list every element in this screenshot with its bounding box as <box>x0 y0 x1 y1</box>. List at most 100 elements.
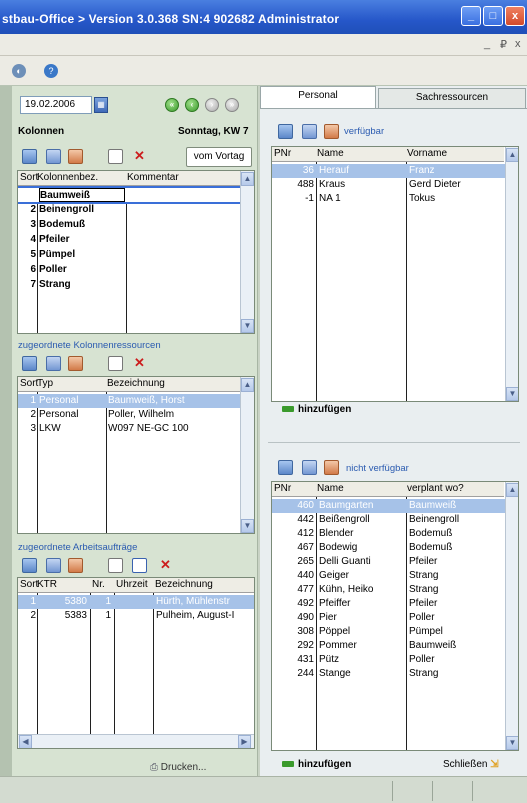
table-row[interactable]: 467 Bodewig Bodemuß <box>272 541 505 555</box>
table-row[interactable]: 440 Geiger Strang <box>272 569 505 583</box>
help-icon[interactable]: ? <box>44 64 58 78</box>
export-icon[interactable] <box>68 558 83 573</box>
scroll-right-icon[interactable]: ▶ <box>238 735 251 748</box>
drucken-button[interactable]: ⎙ Drucken... <box>150 762 206 773</box>
copy-icon[interactable] <box>302 460 317 475</box>
table-row[interactable]: 1 5380 1 Hürth, Mühlenstr <box>18 595 254 609</box>
col-name-header[interactable]: Name <box>315 147 344 162</box>
table-row[interactable]: Baumweiß <box>18 186 242 204</box>
table-row[interactable]: 4 Pfeiler <box>18 233 240 247</box>
save-icon[interactable] <box>278 124 293 139</box>
scroll-down-icon[interactable]: ▼ <box>506 387 518 401</box>
table-row[interactable]: 3 Bodemuß <box>18 218 240 232</box>
table-row[interactable]: 5 Pümpel <box>18 248 240 262</box>
splitter-handle[interactable] <box>0 86 12 776</box>
hinzufuegen-button-1[interactable]: hinzufügen <box>282 404 351 415</box>
save-icon[interactable] <box>278 460 293 475</box>
vom-vortag-button[interactable]: vom Vortag <box>186 147 252 167</box>
export-icon[interactable] <box>324 124 339 139</box>
delete-icon[interactable]: ✕ <box>132 149 147 164</box>
scroll-down-icon[interactable]: ▼ <box>241 319 254 333</box>
save-icon[interactable] <box>22 149 37 164</box>
table-row[interactable]: 292 Pommer Baumweiß <box>272 639 505 653</box>
table-row[interactable]: 2 Beinengroll <box>18 203 240 217</box>
table-row[interactable]: 7 Strang <box>18 278 240 292</box>
close-button[interactable]: x <box>505 6 525 26</box>
table-row[interactable]: 244 Stange Strang <box>272 667 505 681</box>
export-icon[interactable] <box>68 356 83 371</box>
new-icon[interactable] <box>108 558 123 573</box>
copy-icon[interactable] <box>46 356 61 371</box>
table-row[interactable]: 442 Beißengroll Beinengroll <box>272 513 505 527</box>
col-name-header[interactable]: Name <box>315 482 344 497</box>
copy-icon[interactable] <box>302 124 317 139</box>
horizontal-scrollbar[interactable]: ◀ ▶ <box>18 734 254 748</box>
table-row[interactable]: 431 Pütz Poller <box>272 653 505 667</box>
scroll-up-icon[interactable]: ▲ <box>506 148 518 162</box>
date-input[interactable]: 19.02.2006 <box>20 96 92 114</box>
table-row[interactable]: 460 Baumgarten Baumweiß <box>272 499 505 513</box>
table-row[interactable]: 412 Blender Bodemuß <box>272 527 505 541</box>
new-icon[interactable] <box>108 149 123 164</box>
table-row[interactable]: 1 Personal Baumweiß, Horst <box>18 394 240 408</box>
col-ktr-header[interactable]: KTR <box>35 578 57 593</box>
nav-prev-icon[interactable]: ‹ <box>185 98 199 112</box>
edit-icon[interactable] <box>132 558 147 573</box>
scroll-up-icon[interactable]: ▲ <box>241 378 254 392</box>
scroll-down-icon[interactable]: ▼ <box>241 519 254 533</box>
schliessen-button[interactable]: Schließen ⇲ <box>443 759 499 770</box>
save-icon[interactable] <box>22 356 37 371</box>
calendar-icon[interactable]: ▦ <box>94 97 108 113</box>
table-row[interactable]: 308 Pöppel Pümpel <box>272 625 505 639</box>
vertical-scrollbar[interactable]: ▲ ▼ <box>505 147 518 401</box>
table-row[interactable]: 490 Pier Poller <box>272 611 505 625</box>
new-icon[interactable] <box>108 356 123 371</box>
table-row[interactable]: 265 Delli Guanti Pfeiler <box>272 555 505 569</box>
table-row[interactable]: 36 Herauf Franz <box>272 164 505 178</box>
export-icon[interactable] <box>324 460 339 475</box>
col-bezeichnung-header[interactable]: Bezeichnung <box>153 578 213 593</box>
export-icon[interactable] <box>68 149 83 164</box>
scroll-down-icon[interactable]: ▼ <box>506 736 518 750</box>
copy-icon[interactable] <box>46 149 61 164</box>
maximize-button[interactable]: □ <box>483 6 503 26</box>
col-vorname-header[interactable]: Vorname <box>405 147 447 162</box>
table-row[interactable]: 2 5383 1 Pulheim, August-I <box>18 609 254 623</box>
minimize-button[interactable]: _ <box>461 6 481 26</box>
save-icon[interactable] <box>22 558 37 573</box>
nav-last-icon[interactable]: » <box>225 98 239 112</box>
mdi-restore-button[interactable]: ₽ <box>500 38 507 51</box>
table-row[interactable]: 3 LKW W097 NE-GC 100 <box>18 422 240 436</box>
scroll-up-icon[interactable]: ▲ <box>506 483 518 497</box>
scroll-left-icon[interactable]: ◀ <box>19 735 32 748</box>
scroll-up-icon[interactable]: ▲ <box>241 172 254 186</box>
tab-personal[interactable]: Personal <box>260 86 376 108</box>
col-pnr-header[interactable]: PNr <box>272 147 291 162</box>
back-icon[interactable]: ◐ <box>12 64 26 78</box>
table-row[interactable]: 488 Kraus Gerd Dieter <box>272 178 505 192</box>
table-row[interactable]: -1 NA 1 Tokus <box>272 192 505 206</box>
col-kolonnenbez-header[interactable]: Kolonnenbez. <box>35 171 98 186</box>
col-kommentar-header[interactable]: Kommentar <box>125 171 179 186</box>
tab-sachressourcen[interactable]: Sachressourcen <box>378 88 526 108</box>
col-pnr-header[interactable]: PNr <box>272 482 291 497</box>
table-row[interactable]: 492 Pfeiffer Pfeiler <box>272 597 505 611</box>
hinzufuegen-button-2[interactable]: hinzufügen <box>282 759 351 770</box>
col-verplant-header[interactable]: verplant wo? <box>405 482 464 497</box>
nav-next-icon[interactable]: › <box>205 98 219 112</box>
delete-icon[interactable]: ✕ <box>132 356 147 371</box>
col-typ-header[interactable]: Typ <box>35 377 53 392</box>
col-nr-header[interactable]: Nr. <box>90 578 105 593</box>
delete-icon[interactable]: ✕ <box>158 558 173 573</box>
table-row[interactable]: 2 Personal Poller, Wilhelm <box>18 408 240 422</box>
mdi-minimize-button[interactable]: _ <box>484 38 490 50</box>
col-bezeichnung-header[interactable]: Bezeichnung <box>105 377 165 392</box>
copy-icon[interactable] <box>46 558 61 573</box>
table-row[interactable]: 477 Kühn, Heiko Strang <box>272 583 505 597</box>
vertical-scrollbar[interactable]: ▲ ▼ <box>240 171 254 333</box>
col-uhrzeit-header[interactable]: Uhrzeit <box>114 578 148 593</box>
nav-first-icon[interactable]: « <box>165 98 179 112</box>
vertical-scrollbar[interactable]: ▲ ▼ <box>505 482 518 750</box>
mdi-close-button[interactable]: x <box>515 38 521 50</box>
table-row[interactable]: 6 Poller <box>18 263 240 277</box>
